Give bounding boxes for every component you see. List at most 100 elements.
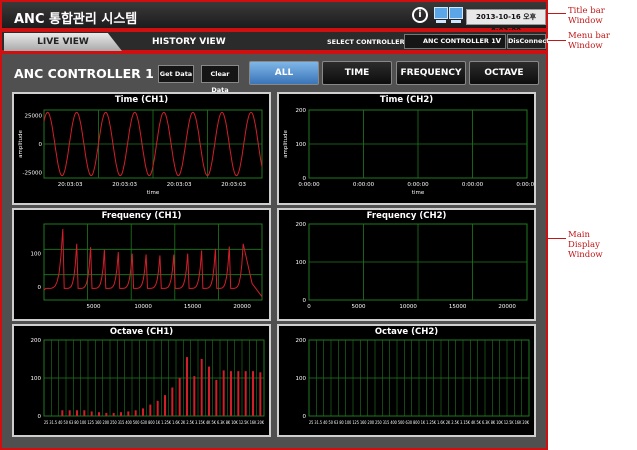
octave-bar (90, 411, 93, 416)
y-tick-label: 25000 (25, 114, 43, 120)
controller-title: ANC CONTROLLER 1 (14, 66, 154, 81)
plot-frame (43, 223, 263, 301)
octave-bar (68, 410, 71, 416)
x-tick-labels: 25 31.5 40 50 63 80 100 125 160 200 250 … (309, 420, 530, 426)
view-all-button[interactable]: ALL (249, 61, 319, 85)
chart-octave-ch1: 200 100 025 31.5 40 50 63 80 100 125 160 2… (31, 338, 265, 426)
octave-bar (244, 371, 247, 416)
title-bar: ANC 통합관리 시스템 i 2013-10-16 오후 8:03:00 (0, 0, 548, 35)
annotation-title-bar: Title bar Window (568, 6, 605, 26)
get-data-button[interactable]: Get Data (158, 65, 194, 83)
datetime-display: 2013-10-16 오후 8:03:00 (466, 9, 546, 35)
x-tick-label: 5000 (352, 304, 366, 310)
x-tick-label: 15000 (184, 304, 202, 310)
octave-bar (83, 410, 86, 416)
octave-bar (186, 357, 188, 416)
octave-bar (193, 376, 196, 416)
chart-panel-time-ch1: Time (CH1) 25000 0 -25000 20:03:03 20:03:03 2… (12, 92, 271, 205)
view-time-button[interactable]: TIME (322, 61, 392, 85)
octave-bar (178, 378, 181, 416)
annotation-leader (548, 238, 566, 239)
octave-bar (208, 366, 210, 416)
octave-bar (61, 410, 64, 416)
view-frequency-button[interactable]: FREQUENCY (396, 61, 466, 85)
y-tick-label: 0 (303, 414, 307, 420)
annotation-leader (548, 13, 566, 14)
y-tick-label: 100 (31, 376, 42, 382)
octave-bar (222, 370, 225, 416)
octave-bar (105, 412, 108, 416)
monitor-stand-icon (451, 20, 461, 23)
menu-bar: LIVE VIEW HISTORY VIEW SELECT CONTROLLER… (0, 30, 549, 52)
chart-panel-time-ch2: Time (CH2) 200 100 0 0:00:00 0:00:00 0:00:00 0… (277, 92, 536, 205)
y-tick-label: 100 (296, 376, 307, 382)
app-window: ANC 통합관리 시스템 i 2013-10-16 오후 8:03:00 LIV… (0, 0, 549, 450)
y-tick-label: 0 (38, 414, 42, 420)
octave-bar (164, 395, 166, 416)
octave-bar (127, 411, 130, 416)
x-axis-label: time (147, 190, 160, 196)
monitor-stand-icon (436, 20, 446, 23)
controller-select-value: ANC CONTROLLER 1 (423, 37, 496, 45)
tab-live-view[interactable]: LIVE VIEW (4, 33, 122, 51)
y-tick-label: 200 (296, 338, 307, 344)
x-tick-label: 0:00:00 (298, 182, 320, 188)
chart-frequency-ch1: 100 0 5000 10000 15000 20000 (31, 223, 263, 310)
chart-panel-frequency-ch2: Frequency (CH2) 200 100 0 0 5000 10000 15000 20… (277, 208, 536, 321)
y-tick-label: 100 (296, 142, 307, 148)
octave-bar (149, 404, 152, 416)
octave-bar (112, 412, 115, 416)
info-icon[interactable]: i (412, 7, 428, 23)
x-tick-label: 20:03:03 (58, 182, 83, 188)
x-tick-label: 20:03:03 (167, 182, 192, 188)
y-axis-label: amplitude (283, 129, 289, 157)
x-tick-label: 10000 (134, 304, 152, 310)
x-tick-label: 5000 (87, 304, 101, 310)
y-tick-label: -25000 (23, 170, 43, 176)
y-tick-label: 100 (296, 260, 307, 266)
monitor-icon[interactable] (449, 7, 463, 19)
octave-bar (142, 408, 144, 416)
x-tick-label: 20:03:03 (221, 182, 246, 188)
y-tick-label: 200 (296, 222, 307, 228)
y-axis-label: amplitude (18, 129, 24, 157)
octave-bar (120, 412, 122, 416)
y-tick-label: 200 (296, 108, 307, 114)
y-tick-label: 200 (31, 338, 42, 344)
chart-octave-ch2: 200 100 025 31.5 40 50 63 80 100 125 160 2… (296, 338, 530, 426)
chevron-down-icon: V (495, 37, 501, 45)
select-controller-label: SELECT CONTROLLER : (327, 38, 410, 46)
y-tick-label: 0 (38, 285, 42, 291)
y-tick-label: 0 (39, 142, 43, 148)
y-tick-label: 0 (303, 298, 307, 304)
annotation-main-display: Main Display Window (568, 230, 603, 260)
clear-data-button[interactable]: Clear Data (201, 65, 239, 94)
tab-history-view[interactable]: HISTORY VIEW (152, 33, 232, 51)
x-tick-label: 20:03:03 (112, 182, 137, 188)
main-display: ANC CONTROLLER 1 Get Data Clear Data ALL… (0, 52, 548, 450)
view-octave-button[interactable]: OCTAVE (469, 61, 539, 85)
x-tick-label: 0:00:00 (462, 182, 484, 188)
octave-bar (215, 379, 218, 416)
annotation-leader (548, 40, 566, 41)
chart-panel-octave-ch2: Octave (CH2) 200 100 0 25 31.5 40 50 63 80 … (277, 324, 536, 437)
chart-panel-frequency-ch1: Frequency (CH1) 100 0 5000 10000 15000 20000 (12, 208, 271, 321)
chart-panel-octave-ch1: Octave (CH1) 200 100 0 25 31.5 40 50 63 80 … (12, 324, 271, 437)
series-line-ch1 (43, 228, 263, 297)
app-title: ANC 통합관리 시스템 (14, 12, 138, 27)
octave-bar (259, 372, 262, 416)
octave-bar (171, 387, 174, 416)
chart-frequency-ch2: 20010000 5000 10000 15000 20000 (296, 222, 528, 310)
x-tick-label: 0:00:00 (353, 182, 375, 188)
octave-bar (230, 371, 232, 416)
octave-bar (237, 371, 240, 416)
controller-select[interactable]: ANC CONTROLLER 1 V (404, 34, 506, 49)
monitor-icon[interactable] (434, 7, 448, 19)
x-tick-label: 0 (307, 304, 311, 310)
octave-bar (134, 410, 137, 416)
y-tick-label: 100 (31, 252, 42, 258)
x-tick-label: 0:00:00 (407, 182, 429, 188)
octave-bar (252, 371, 254, 416)
disconnect-button[interactable]: DisConnect (507, 34, 549, 49)
x-tick-label: 0:00:00 (516, 182, 534, 188)
